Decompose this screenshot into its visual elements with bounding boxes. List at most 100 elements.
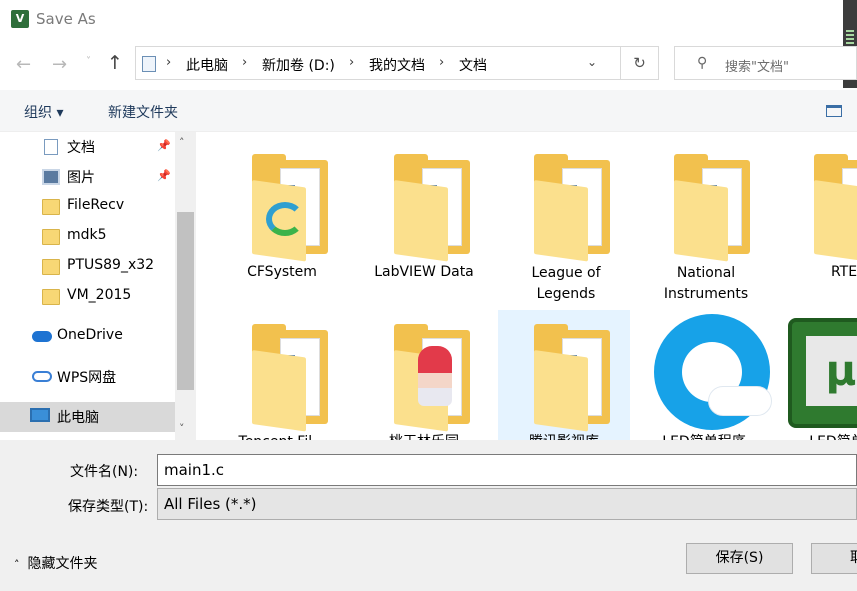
folder-item-national-instruments[interactable]: National Instruments xyxy=(638,132,770,302)
folder-icon xyxy=(534,154,610,262)
anime-character-icon xyxy=(418,346,452,406)
folder-icon xyxy=(252,324,328,432)
folder-item-tencent-video[interactable]: 腾讯影视库 xyxy=(498,310,630,440)
breadcrumb-drive-d[interactable]: 新加卷 (D:) xyxy=(262,55,335,75)
file-item-led-program[interactable]: LED简单程序 xyxy=(638,310,772,440)
address-history-chevron-icon[interactable]: ⌄ xyxy=(587,55,597,69)
folder-icon xyxy=(42,229,60,245)
address-bar[interactable]: › 此电脑 › 新加卷 (D:) › 我的文档 › 文档 ⌄ ↻ xyxy=(135,46,659,80)
forward-arrow-icon[interactable]: → xyxy=(52,54,67,75)
breadcrumb-separator[interactable]: › xyxy=(349,55,354,70)
folder-name: 桃玉林乐园 xyxy=(358,432,490,440)
app-icon: V xyxy=(11,10,29,28)
sidebar-item-documents[interactable]: 文档 📌 xyxy=(0,132,175,162)
folder-icon xyxy=(42,199,60,215)
hide-folders-label: 隐藏文件夹 xyxy=(27,556,98,572)
breadcrumb-separator[interactable]: › xyxy=(439,55,444,70)
folder-item-taoyulin[interactable]: 桃玉林乐园 xyxy=(358,302,490,440)
filename-input[interactable]: main1.c xyxy=(157,454,857,486)
search-icon: ⚲ xyxy=(697,55,708,71)
sidebar-item-vm2015[interactable]: VM_2015 xyxy=(0,282,175,312)
folder-item-labview-data[interactable]: LabVIEW Data xyxy=(358,132,490,292)
breadcrumb-separator[interactable]: › xyxy=(166,55,171,70)
document-icon xyxy=(44,139,58,155)
search-input[interactable]: ⚲ 搜索"文档" xyxy=(674,46,857,80)
folder-icon xyxy=(42,289,60,305)
cancel-button[interactable]: 取 xyxy=(811,543,857,574)
organize-menu-button[interactable]: 组织 ▾ xyxy=(24,102,63,122)
hide-folders-button[interactable]: ˄ 隐藏文件夹 xyxy=(14,553,98,573)
navigation-pane: 文档 📌 图片 📌 FileRecv mdk5 PTUS89_x32 VM_20… xyxy=(0,132,196,440)
documents-location-icon xyxy=(142,56,156,72)
folder-icon xyxy=(252,154,328,262)
sidebar-item-label: 文档 xyxy=(67,140,95,156)
onedrive-icon xyxy=(32,331,52,342)
folder-icon xyxy=(394,154,470,262)
back-arrow-icon[interactable]: ← xyxy=(16,54,31,75)
sidebar-scrollbar[interactable]: ˄ ˅ xyxy=(175,132,196,440)
sidebar-item-wps-cloud[interactable]: WPS网盘 xyxy=(0,362,175,392)
folder-name: RTE xyxy=(830,264,857,280)
folder-name: CFSystem xyxy=(247,264,317,280)
recent-locations-chevron-icon[interactable]: ˅ xyxy=(86,56,91,67)
filetype-label: 保存类型(T): xyxy=(68,499,149,515)
sidebar-item-label: mdk5 xyxy=(67,227,107,243)
wps-cloud-icon xyxy=(32,371,52,382)
breadcrumb-my-documents[interactable]: 我的文档 xyxy=(369,55,425,75)
folder-name: 腾讯影视库 xyxy=(498,432,630,440)
save-options-panel: 文件名(N): main1.c 保存类型(T): All Files (*.*)… xyxy=(0,440,857,591)
sidebar-item-label: FileRecv xyxy=(67,197,125,213)
pin-icon: 📌 xyxy=(157,139,171,152)
filetype-select[interactable]: All Files (*.*) xyxy=(157,488,857,520)
folder-name: Tencent Fil... xyxy=(216,432,348,440)
breadcrumb-documents[interactable]: 文档 xyxy=(459,55,487,75)
folder-icon xyxy=(42,259,60,275)
breadcrumb-this-pc[interactable]: 此电脑 xyxy=(186,55,228,75)
file-name: LED简单程序 xyxy=(638,432,770,440)
sidebar-item-label: 此电脑 xyxy=(57,410,99,426)
sidebar-item-label: OneDrive xyxy=(57,327,123,343)
sidebar-item-ptus89[interactable]: PTUS89_x32 xyxy=(0,252,175,282)
sidebar-item-filerecv[interactable]: FileRecv xyxy=(0,192,175,222)
pin-icon: 📌 xyxy=(157,169,171,182)
refresh-icon[interactable]: ↻ xyxy=(620,47,658,79)
sidebar-item-label: VM_2015 xyxy=(67,287,132,303)
folder-icon xyxy=(674,154,750,262)
file-item-led-program-uvision[interactable]: µ LED简单程 xyxy=(778,310,857,440)
breadcrumb-separator[interactable]: › xyxy=(242,55,247,70)
folder-name: LabVIEW Data xyxy=(374,264,474,280)
folder-icon xyxy=(814,154,857,262)
save-button[interactable]: 保存(S) xyxy=(686,543,793,574)
folder-item-tencent-files[interactable]: Tencent Fil... xyxy=(216,302,348,440)
scroll-up-icon[interactable]: ˄ xyxy=(179,136,185,149)
navigation-bar: ← → ˅ ↑ › 此电脑 › 新加卷 (D:) › 我的文档 › 文档 ⌄ ↻… xyxy=(0,40,857,90)
file-list: CFSystem LabVIEW Data League of Legends … xyxy=(196,132,857,440)
scrollbar-thumb[interactable] xyxy=(177,212,194,390)
folder-item-league-of-legends[interactable]: League of Legends xyxy=(498,132,630,302)
folder-name: League of Legends xyxy=(531,265,601,302)
window-title: Save As xyxy=(36,10,96,28)
title-bar: V Save As xyxy=(0,0,857,40)
command-bar: 组织 ▾ 新建文件夹 xyxy=(0,90,857,132)
change-view-icon[interactable] xyxy=(826,105,842,117)
computer-icon xyxy=(30,408,50,422)
sidebar-item-mdk5[interactable]: mdk5 xyxy=(0,222,175,252)
chevron-up-icon: ˄ xyxy=(14,558,20,571)
new-folder-button[interactable]: 新建文件夹 xyxy=(108,102,178,122)
sidebar-item-this-pc[interactable]: 此电脑 xyxy=(0,402,175,432)
sidebar-item-label: 图片 xyxy=(67,170,95,186)
up-arrow-icon[interactable]: ↑ xyxy=(107,52,123,74)
folder-item-rte[interactable]: RTE xyxy=(778,132,857,292)
folder-icon xyxy=(534,324,610,432)
pictures-icon xyxy=(42,169,60,185)
sidebar-item-pictures[interactable]: 图片 📌 xyxy=(0,162,175,192)
sidebar-item-label: PTUS89_x32 xyxy=(67,257,155,273)
cfsystem-badge-icon xyxy=(266,202,304,236)
sidebar-item-onedrive[interactable]: OneDrive xyxy=(0,322,175,352)
scroll-down-icon[interactable]: ˅ xyxy=(179,422,185,435)
folder-icon xyxy=(394,324,470,432)
search-placeholder: 搜索"文档" xyxy=(725,60,789,75)
file-name: LED简单程 xyxy=(778,432,857,440)
folder-item-cfsystem[interactable]: CFSystem xyxy=(216,132,348,292)
sidebar-item-label: WPS网盘 xyxy=(57,370,117,386)
